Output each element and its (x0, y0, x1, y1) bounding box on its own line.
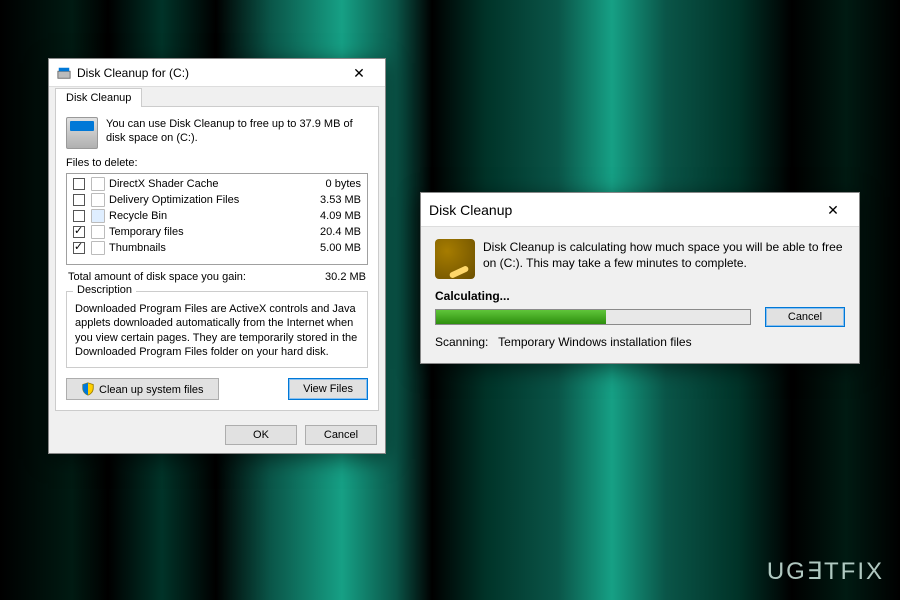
broom-icon (435, 239, 475, 279)
scanning-target: Temporary Windows installation files (498, 335, 691, 349)
disk-cleanup-progress-dialog: Disk Cleanup ✕ Disk Cleanup is calculati… (420, 192, 860, 364)
info-text: You can use Disk Cleanup to free up to 3… (106, 117, 368, 149)
checkbox-icon[interactable] (73, 178, 85, 190)
info-text: Disk Cleanup is calculating how much spa… (483, 239, 845, 279)
file-icon (91, 177, 105, 191)
dialog-button-row: OK Cancel (49, 417, 385, 453)
file-icon (91, 241, 105, 255)
checkbox-icon[interactable] (73, 194, 85, 206)
titlebar[interactable]: Disk Cleanup for (C:) ✕ (49, 59, 385, 87)
view-files-button[interactable]: View Files (288, 378, 368, 400)
description-text: Downloaded Program Files are ActiveX con… (75, 302, 359, 359)
file-name: DirectX Shader Cache (109, 178, 301, 190)
cleanup-system-files-label: Clean up system files (99, 384, 204, 396)
file-size: 20.4 MB (301, 226, 361, 238)
description-legend: Description (73, 284, 136, 296)
titlebar[interactable]: Disk Cleanup ✕ (421, 193, 859, 227)
window-title: Disk Cleanup for (C:) (77, 66, 339, 80)
ok-button[interactable]: OK (225, 425, 297, 445)
file-row[interactable]: Recycle Bin 4.09 MB (69, 208, 365, 224)
file-size: 0 bytes (301, 178, 361, 190)
recycle-bin-icon (91, 209, 105, 223)
drive-icon (66, 117, 98, 149)
file-size: 3.53 MB (301, 194, 361, 206)
tab-strip: Disk Cleanup (49, 87, 385, 106)
cancel-button[interactable]: Cancel (305, 425, 377, 445)
disk-cleanup-dialog: Disk Cleanup for (C:) ✕ Disk Cleanup You… (48, 58, 386, 454)
tab-panel: You can use Disk Cleanup to free up to 3… (55, 106, 379, 411)
scanning-label: Scanning: (435, 335, 488, 349)
file-name: Temporary files (109, 226, 301, 238)
file-name: Thumbnails (109, 242, 301, 254)
file-size: 5.00 MB (301, 242, 361, 254)
close-icon[interactable]: ✕ (339, 59, 379, 87)
file-row[interactable]: Thumbnails 5.00 MB (69, 240, 365, 256)
shield-icon (81, 382, 95, 396)
watermark-text: UG∃TFIX (767, 557, 884, 586)
window-title: Disk Cleanup (429, 202, 813, 218)
close-icon[interactable]: ✕ (813, 196, 853, 224)
cancel-button[interactable]: Cancel (765, 307, 845, 327)
file-row[interactable]: DirectX Shader Cache 0 bytes (69, 176, 365, 192)
total-value: 30.2 MB (325, 271, 366, 283)
file-name: Delivery Optimization Files (109, 194, 301, 206)
checkbox-icon[interactable] (73, 226, 85, 238)
file-icon (91, 193, 105, 207)
file-size: 4.09 MB (301, 210, 361, 222)
file-name: Recycle Bin (109, 210, 301, 222)
progress-bar (435, 309, 751, 325)
progress-bar-fill (436, 310, 606, 324)
file-row[interactable]: Delivery Optimization Files 3.53 MB (69, 192, 365, 208)
files-listbox[interactable]: DirectX Shader Cache 0 bytes Delivery Op… (66, 173, 368, 265)
file-icon (91, 225, 105, 239)
calculating-label: Calculating... (435, 289, 845, 303)
checkbox-icon[interactable] (73, 242, 85, 254)
disk-cleanup-icon (57, 66, 71, 80)
description-group: Description Downloaded Program Files are… (66, 291, 368, 368)
tab-disk-cleanup[interactable]: Disk Cleanup (55, 88, 142, 107)
file-row[interactable]: Temporary files 20.4 MB (69, 224, 365, 240)
checkbox-icon[interactable] (73, 210, 85, 222)
cleanup-system-files-button[interactable]: Clean up system files (66, 378, 219, 400)
files-to-delete-label: Files to delete: (66, 157, 368, 169)
total-label: Total amount of disk space you gain: (68, 271, 246, 283)
